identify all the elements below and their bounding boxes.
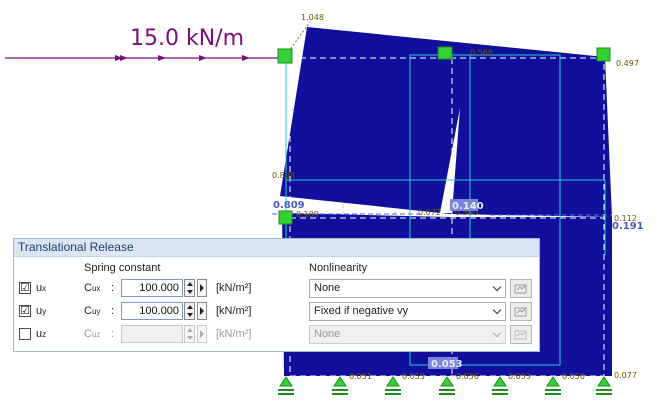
spring-constant-header: Spring constant: [84, 262, 161, 274]
support-value-1: 0.051: [349, 372, 372, 381]
uz-checkbox[interactable]: [19, 328, 31, 340]
uy-checkbox[interactable]: ☑: [19, 305, 31, 317]
value-mid-a: 0.072: [418, 208, 441, 217]
uz-edit-nonlinearity-button[interactable]: [510, 325, 532, 344]
value-left-mid: 0.808: [272, 171, 295, 180]
highlight-center: 0.140: [452, 201, 484, 212]
nonlinearity-header: Nonlinearity: [309, 262, 368, 274]
load-value-label: 15.0 kN/m: [130, 26, 244, 51]
cuz-unit: [kN/m²]: [216, 328, 252, 340]
model-canvas[interactable]: 15.0 kN/m 1.048 0.568 0.497 0.808 0.072 …: [0, 0, 657, 417]
cux-unit: [kN/m²]: [216, 282, 252, 294]
cuz-more-button[interactable]: [197, 325, 207, 343]
uz-label: uz: [36, 328, 47, 340]
cuy-more-button[interactable]: [197, 302, 207, 320]
uy-nonlinearity-select[interactable]: Fixed if negative vy: [309, 302, 506, 321]
cuz-symbol: Cuz: [84, 328, 101, 340]
ux-checkbox[interactable]: ☑: [19, 282, 31, 294]
cux-more-button[interactable]: [197, 279, 207, 297]
highlight-bottom: 0.053: [431, 359, 463, 370]
cux-spinner[interactable]: [184, 279, 195, 297]
cux-input[interactable]: 100.000: [121, 279, 183, 297]
ux-edit-nonlinearity-button[interactable]: [510, 279, 532, 298]
ux-label: ux: [36, 282, 47, 294]
ux-nonlinearity-select[interactable]: None: [309, 279, 506, 298]
highlight-right: 0.191: [612, 221, 644, 232]
cuz-colon: :: [111, 328, 115, 340]
edit-icon: [514, 307, 527, 317]
cuz-input[interactable]: [121, 325, 183, 343]
cux-symbol: Cux: [84, 282, 101, 294]
cux-colon: :: [111, 282, 115, 294]
cuy-unit: [kN/m²]: [216, 305, 252, 317]
cuy-symbol: Cuy: [84, 305, 101, 317]
release-row-uz: uz Cuz : [kN/m²] None: [14, 325, 539, 345]
value-top-left: 1.048: [301, 13, 324, 22]
value-bottom-right: 0.077: [614, 371, 637, 380]
release-row-uy: ☑ uy Cuy : 100.000 [kN/m²] Fixed if nega…: [14, 302, 539, 322]
line-load: [5, 55, 290, 61]
edit-icon: [514, 330, 527, 340]
cuy-input[interactable]: 100.000: [121, 302, 183, 320]
release-row-ux: ☑ ux Cux : 100.000 [kN/m²] None: [14, 279, 539, 299]
support-value-4: 0.053: [508, 372, 531, 381]
uz-nonlinearity-select[interactable]: None: [309, 325, 506, 344]
uy-label: uy: [36, 305, 47, 317]
highlight-left: 0.809: [273, 200, 305, 211]
cuz-spinner[interactable]: [184, 325, 195, 343]
translational-release-panel: Translational Release Spring constant No…: [13, 238, 540, 352]
value-left-low: 0.109: [296, 210, 319, 219]
cuy-colon: :: [111, 305, 115, 317]
support-value-2: 0.053: [402, 372, 425, 381]
chevron-down-icon: [492, 282, 502, 292]
chevron-down-icon: [492, 305, 502, 315]
uy-edit-nonlinearity-button[interactable]: [510, 302, 532, 321]
edit-icon: [514, 284, 527, 294]
value-top-right: 0.497: [616, 59, 639, 68]
chevron-down-icon: [492, 328, 502, 338]
panel-title: Translational Release: [14, 239, 539, 257]
support-value-5: 0.050: [562, 372, 585, 381]
value-top-mid: 0.568: [470, 48, 493, 57]
support-value-3: 0.056: [456, 372, 479, 381]
cuy-spinner[interactable]: [184, 302, 195, 320]
